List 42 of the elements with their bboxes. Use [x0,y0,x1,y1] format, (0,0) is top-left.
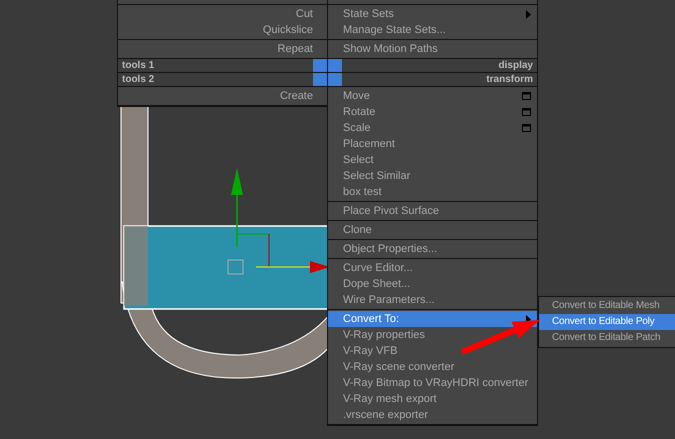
menu-item[interactable]: Wire Parameters... [328,292,537,308]
quad-header: tools 1 [121,59,156,72]
menu-item[interactable]: V-Ray mesh export [328,391,537,407]
menu-item[interactable]: Select [328,152,537,168]
quad-header: display [498,59,534,72]
menu-item[interactable]: box test [328,184,537,200]
menu-item[interactable]: Clone [328,222,537,238]
menu-item[interactable]: V-Ray properties [328,327,537,343]
submenu-item[interactable]: Convert to Editable Mesh [539,298,675,314]
quad-color-swatch [313,59,327,72]
menu-item[interactable]: Manage State Sets... [328,22,537,38]
submenu-item[interactable]: Convert to Editable Poly [539,314,675,330]
quad-header: transform [485,73,534,86]
menu-item[interactable]: Dope Sheet... [328,276,537,292]
menu-item[interactable]: Show Motion Paths [328,41,537,57]
menu-item[interactable]: Convert To: [328,311,537,327]
menu-item[interactable]: Place Pivot Surface [328,203,537,219]
menu-item[interactable]: Quickslice [118,22,327,38]
submenu-arrow-icon [526,10,531,18]
options-box-icon [522,92,531,100]
menu-item[interactable]: State Sets [328,6,537,22]
menu-item[interactable]: .vrscene exporter [328,407,537,423]
menu-item[interactable]: Curve Editor... [328,260,537,276]
submenu-item[interactable]: Convert to Editable Patch [539,330,675,346]
menu-item[interactable]: Cut [118,6,327,22]
options-box-icon [522,108,531,116]
quad-header: tools 2 [121,73,156,86]
menu-item[interactable]: V-Ray VFB [328,343,537,359]
menu-item[interactable]: Placement [328,136,537,152]
menu-item[interactable]: Rotate [328,104,537,120]
quad-color-swatch [328,73,342,86]
menu-item[interactable]: Object Properties... [328,241,537,257]
menu-item[interactable]: Move [328,88,537,104]
options-box-icon [522,124,531,132]
menu-item[interactable]: V-Ray Bitmap to VRayHDRI converter [328,375,537,391]
quad-color-swatch [328,59,342,72]
menu-item[interactable]: Repeat [118,41,327,57]
menu-item[interactable]: Scale [328,120,537,136]
menu-item[interactable]: V-Ray scene converter [328,359,537,375]
menu-item[interactable]: Select Similar [328,168,537,184]
menu-item[interactable]: Create [118,88,327,104]
quad-color-swatch [313,73,327,86]
